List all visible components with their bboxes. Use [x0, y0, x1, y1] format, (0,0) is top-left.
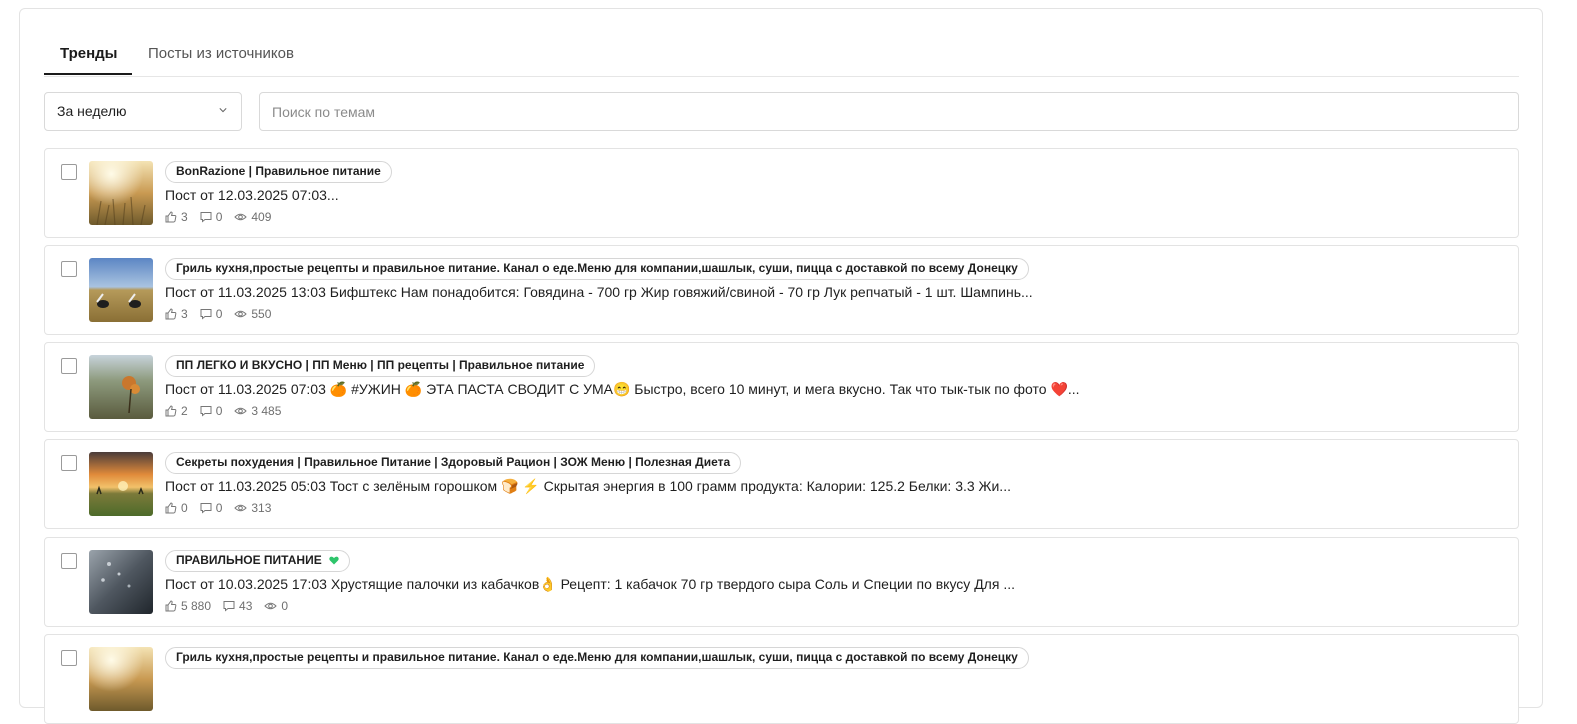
- like-count: 3: [181, 307, 188, 321]
- post-thumbnail: [89, 647, 153, 711]
- comment-icon: [223, 601, 235, 612]
- tab-source-posts[interactable]: Посты из источников: [148, 45, 294, 62]
- comment-icon: [200, 309, 212, 320]
- post-card[interactable]: Гриль кухня,простые рецепты и правильное…: [44, 634, 1519, 724]
- like-count: 5 880: [181, 599, 212, 613]
- post-checkbox[interactable]: [61, 650, 77, 666]
- post-title[interactable]: Пост от 11.03.2025 07:03 🍊 #УЖИН 🍊 ЭТА П…: [165, 381, 1080, 398]
- view-count: 3 485: [251, 404, 282, 418]
- post-thumbnail: [89, 161, 153, 225]
- view-count: 550: [251, 307, 272, 321]
- post-stats: 3 0 550: [165, 307, 283, 321]
- eye-icon: [234, 504, 248, 512]
- post-checkbox[interactable]: [61, 261, 77, 277]
- comment-icon: [200, 503, 212, 514]
- source-chip[interactable]: BonRazione | Правильное питание: [165, 161, 392, 183]
- post-card[interactable]: Гриль кухня,простые рецепты и правильное…: [44, 245, 1519, 335]
- post-card[interactable]: ПП ЛЕГКО И ВКУСНО | ПП Меню | ПП рецепты…: [44, 342, 1519, 432]
- thumbs-up-icon: [165, 308, 177, 320]
- post-title[interactable]: Пост от 12.03.2025 07:03...: [165, 187, 339, 203]
- post-card[interactable]: ПРАВИЛЬНОЕ ПИТАНИЕ Пост от 10.03.2025 17…: [44, 537, 1519, 627]
- thumbs-up-icon: [165, 405, 177, 417]
- trends-panel: Тренды Посты из источников За неделю Bon…: [19, 8, 1543, 724]
- source-chip[interactable]: Гриль кухня,простые рецепты и правильное…: [165, 258, 1029, 280]
- post-checkbox[interactable]: [61, 553, 77, 569]
- post-stats: 3 0 409: [165, 210, 283, 224]
- post-title[interactable]: Пост от 11.03.2025 05:03 Тост с зелёным …: [165, 478, 1011, 495]
- post-card[interactable]: BonRazione | Правильное питание Пост от …: [44, 148, 1519, 238]
- comment-count: 0: [215, 404, 223, 418]
- period-select[interactable]: За неделю: [44, 92, 242, 131]
- chevron-down-icon: [219, 108, 227, 113]
- like-count: 3: [181, 210, 188, 224]
- eye-icon: [234, 310, 248, 318]
- eye-icon: [234, 213, 248, 221]
- period-select-value: За неделю: [57, 103, 127, 119]
- post-checkbox[interactable]: [61, 164, 77, 180]
- thumbs-up-icon: [165, 600, 177, 612]
- post-checkbox[interactable]: [61, 358, 77, 374]
- post-thumbnail: [89, 355, 153, 419]
- post-stats: 0 0 313: [165, 501, 283, 515]
- topic-search-input[interactable]: [259, 92, 1519, 131]
- thumbs-up-icon: [165, 502, 177, 514]
- source-chip[interactable]: ПРАВИЛЬНОЕ ПИТАНИЕ: [165, 550, 351, 572]
- source-chip[interactable]: Гриль кухня,простые рецепты и правильное…: [165, 647, 1029, 669]
- green-heart-icon: [329, 556, 339, 565]
- comment-count: 0: [215, 307, 223, 321]
- post-stats: 2 0 3 485: [165, 404, 293, 418]
- view-count: 409: [251, 210, 272, 224]
- source-chip[interactable]: Секреты похудения | Правильное Питание |…: [165, 452, 742, 474]
- post-checkbox[interactable]: [61, 455, 77, 471]
- post-thumbnail: [89, 258, 153, 322]
- comment-icon: [200, 212, 212, 223]
- post-title[interactable]: Пост от 10.03.2025 17:03 Хрустящие палоч…: [165, 576, 1015, 593]
- comment-count: 0: [215, 501, 223, 515]
- view-count: 313: [251, 501, 272, 515]
- post-title[interactable]: Пост от 11.03.2025 13:03 Бифштекс Нам по…: [165, 284, 1033, 300]
- comment-count: 43: [239, 599, 253, 613]
- active-tab-indicator: [44, 73, 132, 75]
- eye-icon: [264, 602, 278, 610]
- like-count: 0: [181, 501, 188, 515]
- source-chip-label: ПРАВИЛЬНОЕ ПИТАНИЕ: [176, 553, 322, 567]
- tab-bar: Тренды Посты из источников: [44, 33, 1519, 77]
- eye-icon: [234, 407, 248, 415]
- thumbs-up-icon: [165, 211, 177, 223]
- comment-icon: [200, 406, 212, 417]
- post-thumbnail: [89, 452, 153, 516]
- source-chip[interactable]: ПП ЛЕГКО И ВКУСНО | ПП Меню | ПП рецепты…: [165, 355, 596, 377]
- post-thumbnail: [89, 550, 153, 614]
- view-count: 0: [281, 599, 289, 613]
- comment-count: 0: [215, 210, 223, 224]
- post-stats: 5 880 43 0: [165, 599, 300, 613]
- tab-trends[interactable]: Тренды: [60, 45, 118, 62]
- like-count: 2: [181, 404, 188, 418]
- post-card[interactable]: Секреты похудения | Правильное Питание |…: [44, 439, 1519, 529]
